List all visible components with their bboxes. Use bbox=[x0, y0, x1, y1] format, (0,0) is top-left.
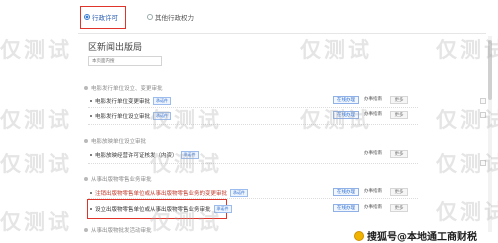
item-name[interactable]: 注销出版物零售单位或从事出版物零售业务的变更审批 bbox=[95, 189, 227, 197]
watermark-text: 仅测试 bbox=[0, 152, 72, 176]
watermark-text: 仅测试 bbox=[0, 210, 72, 234]
side-tool-icon[interactable] bbox=[480, 98, 486, 104]
source-credit: 搜狐号@本地通工商财税 bbox=[354, 228, 477, 243]
bullet-icon bbox=[90, 154, 92, 156]
section-title-text: 从事出版物零售业务审批 bbox=[91, 177, 152, 183]
more-button[interactable]: 更多 bbox=[390, 188, 408, 196]
bullet-icon bbox=[90, 115, 92, 117]
item-name[interactable]: 电影放映经营许可证核发（内资） bbox=[95, 151, 178, 159]
dot-icon bbox=[84, 177, 88, 181]
item-tag: 承诺件 bbox=[230, 189, 249, 197]
section-title[interactable]: 电影放映单位设立审批 bbox=[84, 137, 146, 145]
watermark-text: 仅测试 bbox=[0, 38, 72, 62]
item-tag: 承诺件 bbox=[153, 112, 172, 120]
item-name[interactable]: 电影发行单位设立审批 bbox=[95, 112, 150, 120]
section-title-text: 从事出版物批发活动审批 bbox=[91, 228, 152, 234]
item-tag: 承诺件 bbox=[153, 97, 172, 105]
section-title[interactable]: 从事出版物零售业务审批 bbox=[84, 175, 152, 183]
watermark-text: 仅测试 bbox=[300, 38, 372, 62]
section-title[interactable]: 电影发行单位设立、变更审批 bbox=[84, 84, 163, 92]
more-button[interactable]: 更多 bbox=[390, 96, 408, 104]
more-button[interactable]: 更多 bbox=[390, 111, 408, 119]
dot-icon bbox=[84, 86, 88, 90]
item-name[interactable]: 设立出版物零售单位或从事出版物零售业务审批 bbox=[95, 205, 211, 213]
dot-icon bbox=[84, 228, 88, 232]
watermark-text: 仅测试 bbox=[0, 108, 72, 132]
more-button[interactable]: 更多 bbox=[390, 204, 408, 212]
sohu-logo-icon bbox=[354, 230, 364, 241]
bullet-icon bbox=[90, 100, 92, 102]
search-input[interactable] bbox=[88, 56, 162, 66]
guide-link[interactable]: 办事指南 bbox=[364, 204, 382, 212]
online-apply-button[interactable]: 在线办理 bbox=[333, 204, 359, 212]
side-tool-icon[interactable] bbox=[480, 160, 486, 166]
tab-other-power[interactable]: 其他行政权力 bbox=[155, 12, 194, 22]
dot-icon bbox=[84, 139, 88, 143]
page-title: 区新闻出版局 bbox=[88, 43, 143, 53]
list-item[interactable]: 设立出版物零售单位或从事出版物零售业务审批 承诺件 bbox=[90, 205, 232, 213]
tab-radio-admin-license[interactable] bbox=[84, 14, 90, 20]
row-separator bbox=[88, 163, 418, 164]
section-title-text: 电影放映单位设立审批 bbox=[91, 139, 147, 145]
guide-link[interactable]: 办事指南 bbox=[364, 188, 382, 196]
more-button[interactable]: 更多 bbox=[390, 150, 408, 158]
item-name[interactable]: 电影发行单位变更审批 bbox=[95, 97, 150, 105]
list-item[interactable]: 电影发行单位设立审批 承诺件 bbox=[90, 112, 172, 120]
item-tag: 承诺件 bbox=[213, 205, 232, 213]
online-apply-button[interactable]: 在线办理 bbox=[333, 96, 359, 104]
guide-link[interactable]: 办事指南 bbox=[364, 96, 382, 104]
credit-text: 搜狐号@本地通工商财税 bbox=[367, 232, 477, 243]
bullet-icon bbox=[90, 208, 92, 210]
scrollbar-thumb[interactable] bbox=[488, 40, 492, 100]
side-tool-icon[interactable] bbox=[480, 112, 486, 118]
header-divider bbox=[78, 33, 486, 34]
online-apply-button[interactable]: 在线办理 bbox=[333, 111, 359, 119]
item-tag: 承诺件 bbox=[180, 151, 199, 159]
list-item[interactable]: 注销出版物零售单位或从事出版物零售业务的变更审批 承诺件 bbox=[90, 189, 249, 197]
list-item[interactable]: 电影发行单位变更审批 承诺件 bbox=[90, 97, 172, 105]
watermark-text: 仅测试 bbox=[300, 108, 372, 132]
section-title-text: 电影发行单位设立、变更审批 bbox=[91, 86, 163, 92]
list-item[interactable]: 电影放映经营许可证核发（内资） 承诺件 bbox=[90, 151, 199, 159]
bullet-icon bbox=[90, 192, 92, 194]
tab-admin-license[interactable]: 行政许可 bbox=[92, 12, 118, 22]
row-separator bbox=[88, 124, 418, 125]
guide-link[interactable]: 办事指南 bbox=[364, 150, 382, 158]
tab-radio-other-power[interactable] bbox=[147, 14, 153, 20]
row-separator bbox=[88, 107, 418, 108]
guide-link[interactable]: 办事指南 bbox=[364, 111, 382, 119]
section-title[interactable]: 从事出版物批发活动审批 bbox=[84, 226, 152, 234]
online-apply-button[interactable]: 在线办理 bbox=[333, 188, 359, 196]
